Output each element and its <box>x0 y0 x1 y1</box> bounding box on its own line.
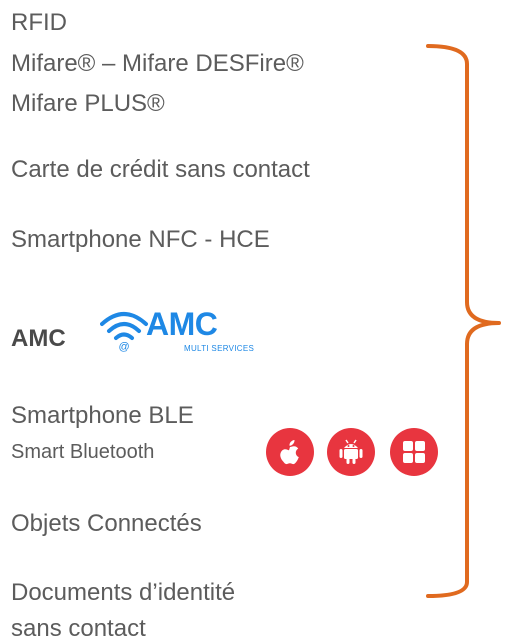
amc-subtitle: MULTI SERVICES <box>184 344 255 353</box>
ble-label: Smartphone BLE <box>11 402 194 429</box>
id-documents-label-2: sans contact <box>11 615 146 642</box>
nfc-hce-label: Smartphone NFC - HCE <box>11 226 270 253</box>
rfid-label: RFID <box>11 9 67 36</box>
android-badge <box>327 428 375 476</box>
windows-icon <box>403 441 425 463</box>
apple-icon <box>280 440 299 465</box>
svg-text:@: @ <box>119 341 130 353</box>
id-documents-label: Documents d’identité <box>11 579 236 606</box>
amc-brand: AMC <box>146 306 218 342</box>
amc-label: AMC <box>11 325 66 352</box>
connected-objects-label: Objets Connectés <box>11 510 202 537</box>
mifare-plus-label: Mifare PLUS® <box>11 90 165 117</box>
mifare-desfire-label: Mifare® – Mifare DESFire® <box>11 50 304 77</box>
smart-bluetooth-label: Smart Bluetooth <box>11 441 155 463</box>
credit-card-label: Carte de crédit sans contact <box>11 156 310 183</box>
right-curly-brace <box>426 44 501 598</box>
android-icon <box>339 439 363 464</box>
apple-badge <box>266 428 314 476</box>
